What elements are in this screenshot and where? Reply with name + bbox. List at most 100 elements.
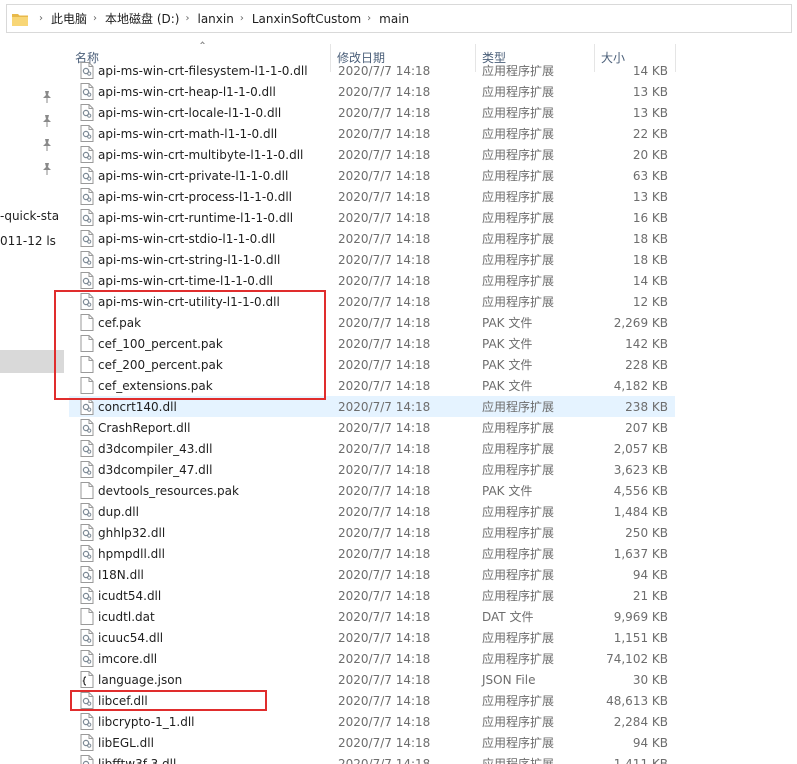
pin-icon[interactable] (41, 90, 53, 104)
file-name[interactable]: icuuc54.dll (98, 631, 163, 645)
file-row[interactable]: api-ms-win-crt-locale-l1-1-0.dll 2020/7/7… (69, 102, 675, 123)
file-name[interactable]: I18N.dll (98, 568, 144, 582)
file-name[interactable]: libEGL.dll (98, 736, 154, 750)
file-name[interactable]: api-ms-win-crt-runtime-l1-1-0.dll (98, 211, 293, 225)
file-row[interactable]: api-ms-win-crt-math-l1-1-0.dll 2020/7/7 1… (69, 123, 675, 144)
file-type: 应用程序扩展 (482, 715, 555, 729)
file-name[interactable]: api-ms-win-crt-heap-l1-1-0.dll (98, 85, 276, 99)
chevron-right-icon[interactable]: › (33, 13, 51, 24)
file-row[interactable]: devtools_resources.pak 2020/7/7 14:18 PAK … (69, 480, 675, 501)
file-name[interactable]: concrt140.dll (98, 400, 177, 414)
file-type: 应用程序扩展 (482, 169, 555, 183)
file-date: 2020/7/7 14:18 (338, 189, 431, 204)
file-name[interactable]: imcore.dll (98, 652, 157, 666)
pin-icon[interactable] (41, 114, 53, 128)
dll-file-icon (80, 461, 94, 478)
file-row[interactable]: libEGL.dll 2020/7/7 14:18 应用程序扩展 94 KB (69, 732, 675, 753)
file-row[interactable]: I18N.dll 2020/7/7 14:18 应用程序扩展 94 KB (69, 564, 675, 585)
file-name[interactable]: d3dcompiler_47.dll (98, 463, 212, 477)
file-name[interactable]: api-ms-win-crt-filesystem-l1-1-0.dll (98, 64, 308, 78)
file-name[interactable]: dup.dll (98, 505, 139, 519)
file-type: 应用程序扩展 (482, 190, 555, 204)
chevron-right-icon[interactable]: › (234, 13, 252, 24)
file-type: 应用程序扩展 (482, 442, 555, 456)
file-name[interactable]: d3dcompiler_43.dll (98, 442, 212, 456)
chevron-right-icon[interactable]: › (361, 13, 379, 24)
file-row[interactable]: hpmpdll.dll 2020/7/7 14:18 应用程序扩展 1,637 KB (69, 543, 675, 564)
file-name[interactable]: hpmpdll.dll (98, 547, 165, 561)
file-row[interactable]: api-ms-win-crt-process-l1-1-0.dll 2020/7/… (69, 186, 675, 207)
file-row[interactable]: icudtl.dat 2020/7/7 14:18 DAT 文件 9,969 KB (69, 606, 675, 627)
chevron-right-icon[interactable]: › (179, 13, 197, 24)
file-name[interactable]: api-ms-win-crt-locale-l1-1-0.dll (98, 106, 281, 120)
file-name[interactable]: api-ms-win-crt-private-l1-1-0.dll (98, 169, 288, 183)
file-name[interactable]: devtools_resources.pak (98, 484, 239, 498)
dll-file-icon (80, 587, 94, 604)
file-date: 2020/7/7 14:18 (338, 609, 431, 624)
file-row[interactable]: icudt54.dll 2020/7/7 14:18 应用程序扩展 21 KB (69, 585, 675, 606)
file-size: 48,613 KB (606, 693, 668, 708)
breadcrumb-lanxin[interactable]: lanxin (197, 12, 233, 26)
folder-icon (7, 5, 33, 32)
file-row[interactable]: libcrypto-1_1.dll 2020/7/7 14:18 应用程序扩展 2,2… (69, 711, 675, 732)
file-name[interactable]: language.json (98, 673, 182, 687)
navigation-pane[interactable]: -quick-sta 011-12 ls (0, 38, 64, 764)
file-name[interactable]: icudt54.dll (98, 589, 161, 603)
file-row[interactable]: libfftw3f-3.dll 2020/7/7 14:18 应用程序扩展 1,411… (69, 753, 675, 764)
file-row[interactable]: icuuc54.dll 2020/7/7 14:18 应用程序扩展 1,151 KB (69, 627, 675, 648)
file-type: 应用程序扩展 (482, 148, 555, 162)
file-name[interactable]: api-ms-win-crt-time-l1-1-0.dll (98, 274, 273, 288)
dll-file-icon (80, 713, 94, 730)
file-size: 22 KB (632, 126, 668, 141)
file-row[interactable]: api-ms-win-crt-heap-l1-1-0.dll 2020/7/7 1… (69, 81, 675, 102)
file-row[interactable]: api-ms-win-crt-runtime-l1-1-0.dll 2020/7/… (69, 207, 675, 228)
file-name[interactable]: api-ms-win-crt-stdio-l1-1-0.dll (98, 232, 275, 246)
file-row[interactable]: CrashReport.dll 2020/7/7 14:18 应用程序扩展 207 K… (69, 417, 675, 438)
breadcrumb-lanxinsoftcustom[interactable]: LanxinSoftCustom (252, 12, 361, 26)
file-name[interactable]: icudtl.dat (98, 610, 155, 624)
file-size: 20 KB (632, 147, 668, 162)
file-date: 2020/7/7 14:18 (338, 735, 431, 750)
file-name[interactable]: libcrypto-1_1.dll (98, 715, 195, 729)
file-row[interactable]: d3dcompiler_43.dll 2020/7/7 14:18 应用程序扩展 2,… (69, 438, 675, 459)
dll-file-icon (80, 146, 94, 163)
breadcrumb-main[interactable]: main (379, 12, 409, 26)
file-name[interactable]: CrashReport.dll (98, 421, 190, 435)
chevron-right-icon[interactable]: › (87, 13, 105, 24)
file-date: 2020/7/7 14:18 (338, 63, 431, 78)
file-row[interactable]: api-ms-win-crt-private-l1-1-0.dll 2020/7/… (69, 165, 675, 186)
file-row[interactable]: api-ms-win-crt-string-l1-1-0.dll 2020/7/7… (69, 249, 675, 270)
dll-file-icon (80, 188, 94, 205)
file-type: 应用程序扩展 (482, 652, 555, 666)
file-size: 63 KB (632, 168, 668, 183)
file-row[interactable]: api-ms-win-crt-time-l1-1-0.dll 2020/7/7 1… (69, 270, 675, 291)
breadcrumb-drive-d[interactable]: 本地磁盘 (D:) (105, 10, 179, 27)
file-name[interactable]: api-ms-win-crt-multibyte-l1-1-0.dll (98, 148, 303, 162)
file-row[interactable]: api-ms-win-crt-multibyte-l1-1-0.dll 2020/… (69, 144, 675, 165)
file-size: 9,969 KB (613, 609, 668, 624)
file-size: 142 KB (625, 336, 668, 351)
file-row[interactable]: d3dcompiler_47.dll 2020/7/7 14:18 应用程序扩展 3,… (69, 459, 675, 480)
file-row[interactable]: ghhlp32.dll 2020/7/7 14:18 应用程序扩展 250 KB (69, 522, 675, 543)
file-date: 2020/7/7 14:18 (338, 714, 431, 729)
file-name[interactable]: libfftw3f-3.dll (98, 757, 176, 764)
file-row[interactable]: language.json 2020/7/7 14:18 JSON File 30 K… (69, 669, 675, 690)
file-row[interactable]: imcore.dll 2020/7/7 14:18 应用程序扩展 74,102 KB (69, 648, 675, 669)
file-row[interactable]: api-ms-win-crt-stdio-l1-1-0.dll 2020/7/7 … (69, 228, 675, 249)
file-name[interactable]: api-ms-win-crt-math-l1-1-0.dll (98, 127, 277, 141)
file-size: 1,151 KB (613, 630, 668, 645)
dll-file-icon (80, 440, 94, 457)
file-size: 4,556 KB (613, 483, 668, 498)
nav-item[interactable]: -quick-sta (0, 209, 59, 223)
file-name[interactable]: api-ms-win-crt-string-l1-1-0.dll (98, 253, 280, 267)
nav-item[interactable]: 011-12 ls (0, 234, 56, 248)
dll-file-icon (80, 62, 94, 79)
pin-icon[interactable] (41, 138, 53, 152)
address-bar[interactable]: › 此电脑 › 本地磁盘 (D:) › lanxin › LanxinSoftC… (6, 4, 792, 33)
breadcrumb-this-pc[interactable]: 此电脑 (51, 10, 87, 27)
pin-icon[interactable] (41, 162, 53, 176)
file-row[interactable]: dup.dll 2020/7/7 14:18 应用程序扩展 1,484 KB (69, 501, 675, 522)
file-row[interactable]: api-ms-win-crt-filesystem-l1-1-0.dll 2020… (69, 60, 675, 81)
file-name[interactable]: api-ms-win-crt-process-l1-1-0.dll (98, 190, 292, 204)
file-name[interactable]: ghhlp32.dll (98, 526, 165, 540)
